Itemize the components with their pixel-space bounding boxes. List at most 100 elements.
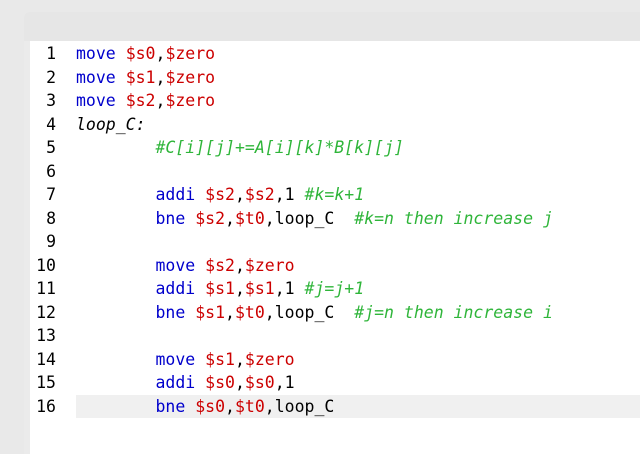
line-code[interactable]: bne $s2,$t0,loop_C #k=n then increase j <box>76 207 640 231</box>
punctuation: , <box>264 208 275 228</box>
register-token: $s2 <box>125 91 156 110</box>
code-line[interactable]: 9 <box>30 230 640 254</box>
label-reference: loop_C <box>274 302 335 322</box>
punctuation: , <box>274 373 285 392</box>
code-line[interactable]: 10 move $s2,$zero <box>30 254 640 278</box>
line-code[interactable]: bne $s0,$t0,loop_C <box>76 394 640 418</box>
register-token: $t0 <box>234 208 265 228</box>
code-line[interactable]: 16 bne $s0,$t0,loop_C <box>30 394 640 418</box>
instruction-keyword: addi <box>155 185 196 204</box>
line-number: 3 <box>46 91 56 110</box>
register-token: $zero <box>165 44 216 63</box>
punctuation: , <box>225 396 235 416</box>
line-code[interactable] <box>76 324 640 348</box>
punctuation: , <box>225 302 235 322</box>
register-token: $s0 <box>205 373 235 392</box>
line-code[interactable] <box>76 230 640 254</box>
line-number: 8 <box>46 208 56 228</box>
line-code[interactable]: move $s2,$zero <box>76 89 640 113</box>
code-comment: #k=k+1 <box>304 185 365 204</box>
line-code[interactable]: #C[i][j]+=A[i][k]*B[k][j] <box>76 136 640 160</box>
line-code[interactable]: addi $s0,$s0,1 <box>76 371 640 395</box>
register-token: $s1 <box>195 302 226 322</box>
line-code[interactable] <box>76 160 640 184</box>
line-number: 2 <box>46 67 56 87</box>
register-token: $zero <box>244 349 295 369</box>
punctuation: , <box>264 302 275 322</box>
register-token: $s1 <box>125 67 156 87</box>
line-code[interactable]: bne $s1,$t0,loop_C #j=n then increase i <box>76 301 640 325</box>
instruction-keyword: move <box>155 255 196 275</box>
punctuation: , <box>274 185 285 204</box>
line-code[interactable]: loop_C: <box>76 113 640 137</box>
code-line[interactable]: 8 bne $s2,$t0,loop_C #k=n then increase … <box>30 207 640 231</box>
register-token: $s2 <box>205 255 235 275</box>
code-line[interactable]: 12 bne $s1,$t0,loop_C #j=n then increase… <box>30 301 640 325</box>
line-number: 16 <box>36 396 56 416</box>
code-line[interactable]: 7 addi $s2,$s2,1 #k=k+1 <box>30 183 640 207</box>
code-line[interactable]: 15 addi $s0,$s0,1 <box>30 371 640 395</box>
punctuation: , <box>264 396 275 416</box>
code-line[interactable]: 1 move $s0,$zero <box>30 42 640 66</box>
code-line[interactable]: 14 move $s1,$zero <box>30 348 640 372</box>
register-token: $s1 <box>205 279 235 298</box>
instruction-keyword: move <box>76 67 116 87</box>
register-token: $s0 <box>244 373 275 392</box>
line-number: 6 <box>46 161 56 181</box>
punctuation: , <box>274 279 285 298</box>
line-number: 5 <box>46 138 56 157</box>
line-code[interactable]: move $s1,$zero <box>76 66 640 90</box>
line-number: 10 <box>36 255 56 275</box>
window-titlebar[interactable] <box>24 12 640 41</box>
line-code[interactable]: move $s0,$zero <box>76 42 640 66</box>
line-code[interactable]: addi $s2,$s2,1 #k=k+1 <box>76 183 640 207</box>
register-token: $s0 <box>125 44 156 63</box>
register-token: $s0 <box>195 396 226 416</box>
instruction-keyword: bne <box>155 396 186 416</box>
line-number: 13 <box>36 326 56 345</box>
line-number: 4 <box>46 114 56 134</box>
line-number: 15 <box>36 373 56 392</box>
code-comment: #j=j+1 <box>304 279 365 298</box>
register-token: $t0 <box>234 302 265 322</box>
register-token: $zero <box>244 255 295 275</box>
register-token: $s2 <box>195 208 226 228</box>
code-line[interactable]: 13 <box>30 324 640 348</box>
line-number: 7 <box>46 185 56 204</box>
line-code[interactable]: addi $s1,$s1,1 #j=j+1 <box>76 277 640 301</box>
instruction-keyword: move <box>76 44 116 63</box>
code-line[interactable]: 6 <box>30 160 640 184</box>
code-line[interactable]: 4 loop_C: <box>30 113 640 137</box>
code-line[interactable]: 11 addi $s1,$s1,1 #j=j+1 <box>30 277 640 301</box>
register-token: $s1 <box>205 349 235 369</box>
instruction-keyword: addi <box>155 279 196 298</box>
punctuation: , <box>225 208 235 228</box>
line-code[interactable]: move $s1,$zero <box>76 348 640 372</box>
punctuation: , <box>234 255 245 275</box>
instruction-keyword: addi <box>155 373 196 392</box>
immediate-value: 1 <box>284 373 295 392</box>
punctuation: , <box>155 44 166 63</box>
code-line[interactable]: 5 #C[i][j]+=A[i][k]*B[k][j] <box>30 136 640 160</box>
code-line[interactable]: 2 move $s1,$zero <box>30 66 640 90</box>
code-line[interactable]: 3 move $s2,$zero <box>30 89 640 113</box>
line-code[interactable]: move $s2,$zero <box>76 254 640 278</box>
